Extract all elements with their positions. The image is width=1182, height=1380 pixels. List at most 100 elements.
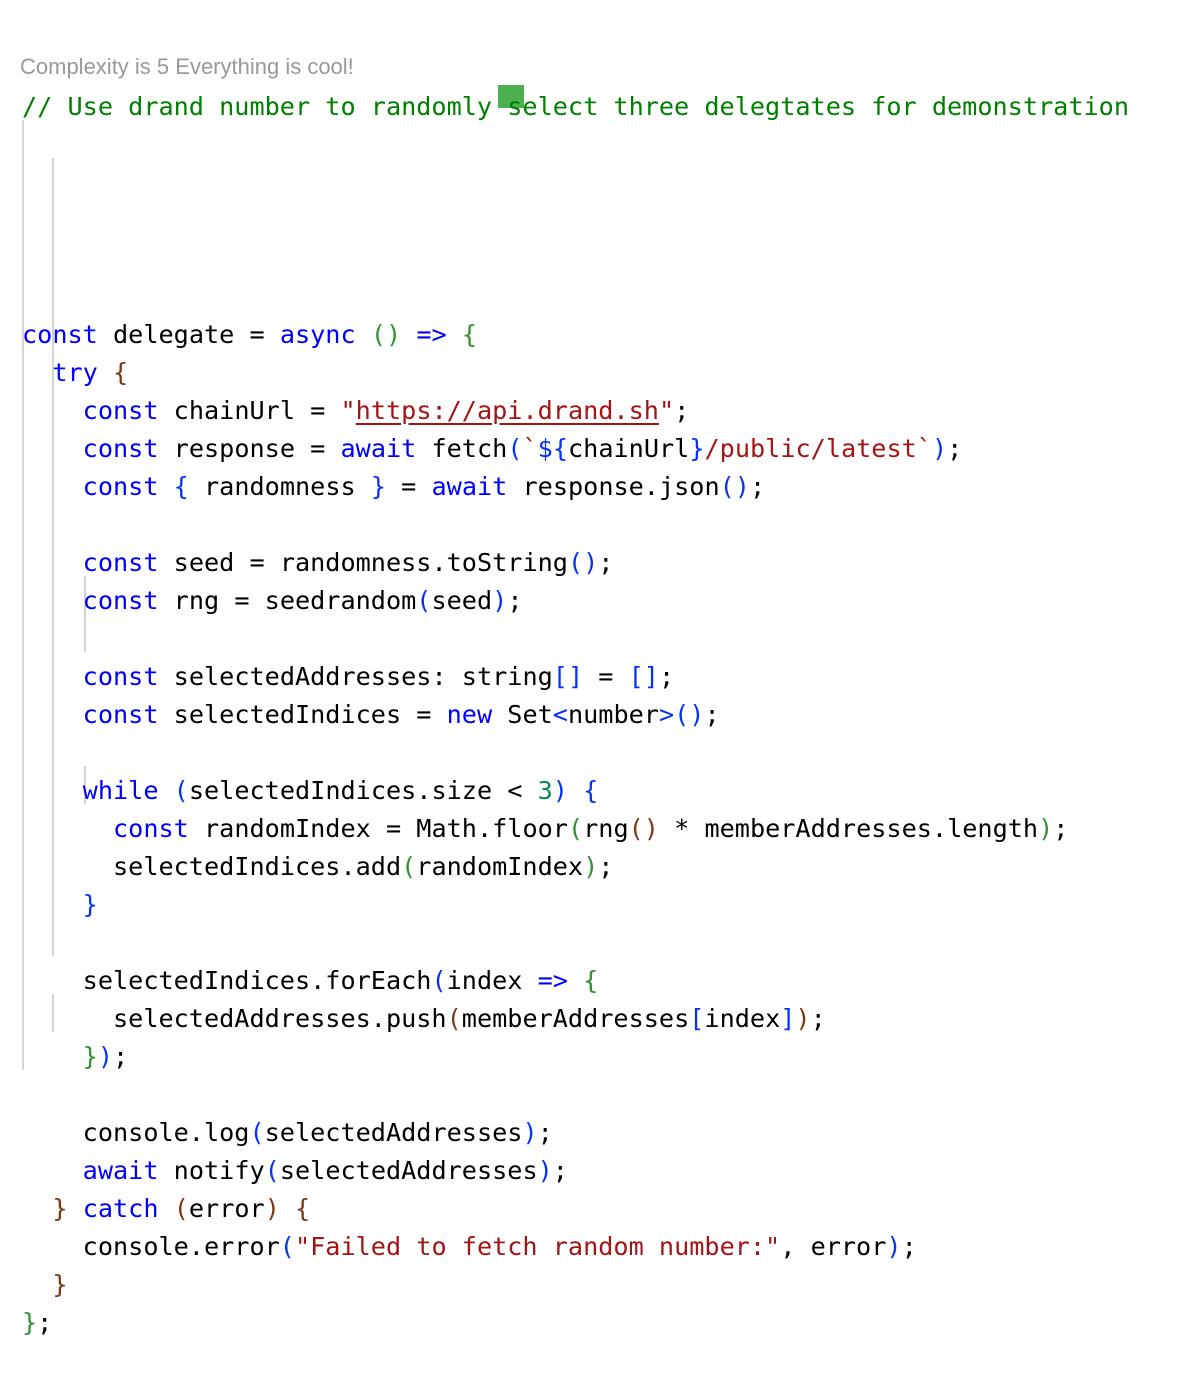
code-line: const chainUrl = "https://api.drand.sh";: [22, 392, 1129, 430]
code-line: selectedAddresses.push(memberAddresses[i…: [22, 1000, 1129, 1038]
code-line: await notify(selectedAddresses);: [22, 1152, 1129, 1190]
code-token: const: [82, 586, 159, 615]
code-token: []: [628, 662, 659, 691]
code-token: console.error: [22, 1232, 280, 1261]
code-line: const randomIndex = Math.floor(rng() * m…: [22, 810, 1129, 848]
code-token: (: [567, 814, 584, 843]
code-line: };: [22, 1304, 1129, 1342]
code-token: ): [522, 1118, 538, 1147]
code-token: const: [113, 814, 189, 843]
code-token: const: [82, 662, 159, 691]
code-token: }: [22, 1308, 38, 1337]
code-token: https://api.drand.sh: [355, 396, 659, 425]
code-token: selectedAddresses: [264, 1118, 523, 1147]
code-token: response =: [158, 434, 341, 463]
code-token: const: [82, 396, 159, 425]
code-token: selectedIndices.size <: [188, 776, 538, 805]
code-token: <: [552, 700, 568, 729]
code-token: await: [431, 472, 508, 501]
code-line: selectedIndices.forEach(index => {: [22, 962, 1129, 1000]
code-token: =>: [416, 320, 447, 349]
code-token: {: [583, 966, 599, 995]
code-comment: // Use drand number to randomly select t…: [22, 92, 1129, 121]
code-token: response.json: [507, 472, 720, 501]
complexity-spacer: [22, 202, 1129, 240]
code-token: }: [52, 1194, 68, 1223]
code-token: randomIndex = Math.floor: [188, 814, 568, 843]
code-token: (): [674, 700, 705, 729]
code-token: const: [82, 548, 159, 577]
code-token: const: [82, 472, 159, 501]
code-token: ): [1038, 814, 1054, 843]
code-token: ;: [947, 434, 963, 463]
code-token: ): [97, 1042, 114, 1071]
code-token: Set: [492, 700, 553, 729]
code-token: seed = randomness.toString: [158, 548, 568, 577]
code-token: try: [52, 358, 98, 387]
code-token: =: [386, 472, 432, 501]
code-token: randomness: [188, 472, 371, 501]
code-token: const: [82, 700, 159, 729]
code-line: }: [22, 1266, 1129, 1304]
code-line: try {: [22, 354, 1129, 392]
code-token: seed: [431, 586, 493, 615]
code-token: (: [173, 1194, 189, 1223]
code-line: const seed = randomness.toString();: [22, 544, 1129, 582]
code-editor[interactable]: // Use drand number to randomly select t…: [22, 12, 1129, 1380]
code-token: ): [264, 1194, 280, 1223]
code-body[interactable]: const delegate = async () => { try { con…: [22, 316, 1129, 1342]
code-token: =>: [537, 966, 568, 995]
code-token: selectedAddresses: [279, 1156, 538, 1185]
code-token: ": [658, 396, 675, 425]
code-token: (: [173, 776, 189, 805]
code-token: ;: [552, 1156, 568, 1185]
code-token: delegate =: [97, 320, 280, 349]
code-token: (): [628, 814, 659, 843]
code-token: {: [173, 472, 189, 501]
code-token: rng: [583, 814, 629, 843]
code-token: error: [188, 1194, 265, 1223]
code-token: ): [537, 1156, 553, 1185]
code-token: (: [264, 1156, 280, 1185]
code-token: console.log: [22, 1118, 250, 1147]
code-token: >: [658, 700, 675, 729]
code-token: ;: [507, 586, 523, 615]
code-token: ): [931, 434, 948, 463]
code-token: ;: [37, 1308, 53, 1337]
code-token: ": [340, 396, 356, 425]
code-line: while (selectedIndices.size < 3) {: [22, 772, 1129, 810]
code-token: {: [461, 320, 478, 349]
code-token: while: [82, 776, 159, 805]
code-token: const: [22, 320, 98, 349]
code-token: (: [507, 434, 523, 463]
code-line: });: [22, 1038, 1129, 1076]
code-line: }: [22, 886, 1129, 924]
code-token: (: [279, 1232, 295, 1261]
code-token: await: [82, 1156, 159, 1185]
code-token: (: [416, 586, 432, 615]
code-token: (): [370, 320, 402, 349]
code-token: }: [370, 472, 386, 501]
code-token: ;: [704, 700, 720, 729]
code-token: =: [583, 662, 629, 691]
code-line: const response = await fetch(`${chainUrl…: [22, 430, 1129, 468]
